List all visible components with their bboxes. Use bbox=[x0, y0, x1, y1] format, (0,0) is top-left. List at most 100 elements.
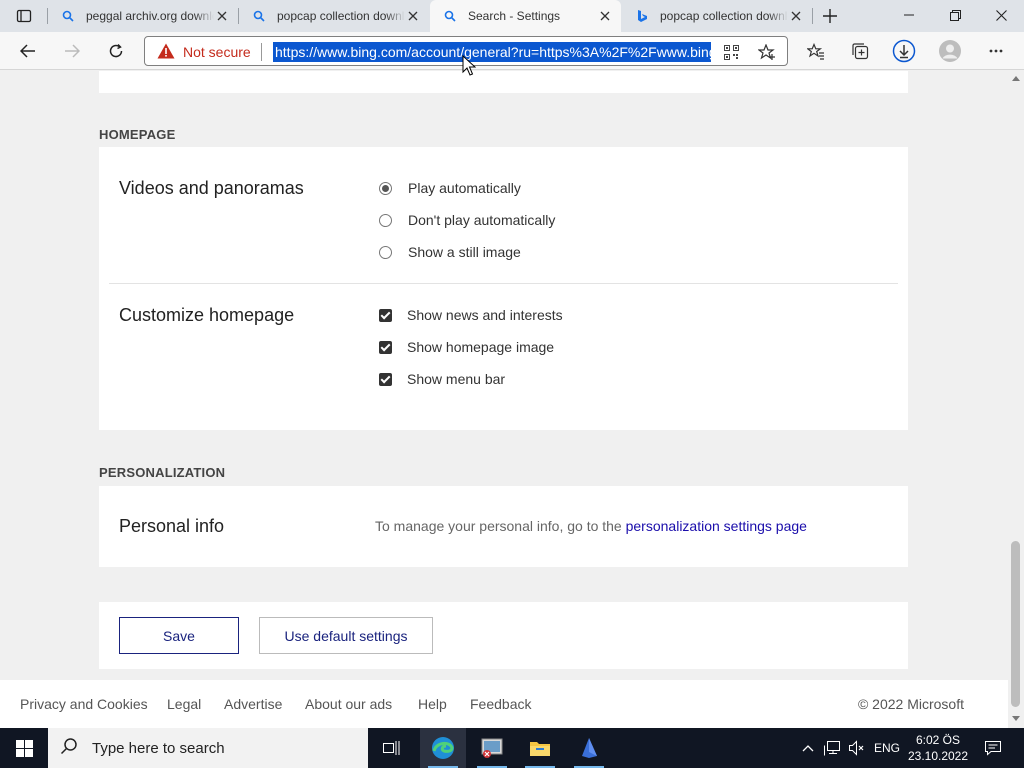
personal-info-title: Personal info bbox=[119, 516, 225, 536]
network-icon[interactable] bbox=[822, 738, 842, 758]
profile-avatar[interactable] bbox=[935, 36, 965, 66]
close-window-icon[interactable] bbox=[978, 0, 1024, 30]
restore-icon[interactable] bbox=[932, 0, 978, 30]
scrollbar-thumb[interactable] bbox=[1011, 541, 1020, 707]
close-tab-icon[interactable] bbox=[214, 8, 230, 24]
scroll-down-icon[interactable] bbox=[1012, 716, 1020, 721]
copyright-text: © 2022 Microsoft bbox=[857, 696, 964, 712]
bing-icon bbox=[634, 8, 650, 24]
search-icon bbox=[442, 8, 458, 24]
tab-title: Search - Settings bbox=[468, 9, 561, 23]
homepage-heading: HOMEPAGE bbox=[99, 127, 176, 142]
option-label: Show news and interests bbox=[407, 307, 563, 323]
warning-icon[interactable] bbox=[157, 43, 175, 59]
minimize-icon[interactable] bbox=[886, 0, 932, 30]
search-icon bbox=[60, 8, 76, 24]
scroll-up-icon[interactable] bbox=[1012, 76, 1020, 81]
tab-peggal[interactable]: peggal archiv.org download - Search bbox=[48, 0, 238, 32]
option-label: Show a still image bbox=[408, 244, 521, 260]
tab-popcap-bing[interactable]: popcap collection download - Bing bbox=[622, 0, 812, 32]
footer-link-legal[interactable]: Legal bbox=[167, 696, 201, 712]
task-view-icon[interactable] bbox=[369, 728, 415, 768]
radio-still-image[interactable]: Show a still image bbox=[379, 244, 521, 260]
tab-popcap-search[interactable]: popcap collection download - Search bbox=[239, 0, 429, 32]
footer-link-feedback[interactable]: Feedback bbox=[470, 696, 531, 712]
app-icon-2[interactable] bbox=[566, 728, 612, 768]
page-scrollbar[interactable] bbox=[1008, 71, 1024, 728]
close-tab-icon[interactable] bbox=[597, 8, 613, 24]
tab-strip: peggal archiv.org download - Search popc… bbox=[0, 0, 1024, 32]
footer-link-advertise[interactable]: Advertise bbox=[224, 696, 282, 712]
clock-date: 23.10.2022 bbox=[907, 749, 969, 763]
homepage-card: Videos and panoramas Play automatically … bbox=[99, 147, 908, 430]
file-explorer-icon[interactable] bbox=[517, 728, 563, 768]
url-input[interactable] bbox=[273, 42, 711, 62]
personalization-settings-link[interactable]: personalization settings page bbox=[626, 518, 807, 534]
customize-homepage-title: Customize homepage bbox=[119, 305, 295, 325]
edge-icon[interactable] bbox=[420, 728, 466, 768]
personalization-card: Personal info To manage your personal in… bbox=[99, 486, 908, 567]
section-divider bbox=[109, 283, 898, 284]
radio-button[interactable] bbox=[379, 245, 392, 259]
tab-title: popcap collection download - Bing bbox=[660, 9, 788, 23]
footer-link-privacy[interactable]: Privacy and Cookies bbox=[20, 696, 148, 712]
checkbox-checked[interactable] bbox=[379, 372, 392, 386]
forward-icon[interactable] bbox=[57, 36, 87, 66]
downloads-icon[interactable] bbox=[889, 36, 919, 66]
footer-link-help[interactable]: Help bbox=[418, 696, 447, 712]
checkbox-checked[interactable] bbox=[379, 308, 392, 322]
refresh-icon[interactable] bbox=[101, 36, 131, 66]
tab-search-settings[interactable]: Search - Settings bbox=[430, 0, 621, 32]
windows-taskbar: Type here to search ENG 6:02 ÖS 23.10.20… bbox=[0, 728, 1024, 768]
system-clock[interactable]: 6:02 ÖS 23.10.2022 bbox=[906, 732, 970, 764]
not-secure-label[interactable]: Not secure bbox=[183, 44, 251, 60]
app-icon[interactable] bbox=[469, 728, 515, 768]
add-favorite-icon[interactable] bbox=[757, 42, 777, 62]
videos-panoramas-title: Videos and panoramas bbox=[119, 178, 304, 198]
tab-title: peggal archiv.org download - Search bbox=[86, 9, 214, 23]
actions-card: Save Use default settings bbox=[99, 602, 908, 669]
radio-button-selected[interactable] bbox=[379, 181, 392, 195]
windows-start-icon[interactable] bbox=[0, 728, 48, 768]
personal-info-description: To manage your personal info, go to the bbox=[375, 518, 622, 534]
new-tab-icon[interactable] bbox=[818, 4, 842, 28]
tab-actions-icon[interactable] bbox=[8, 4, 40, 28]
radio-play-automatically[interactable]: Play automatically bbox=[379, 180, 521, 196]
checkbox-checked[interactable] bbox=[379, 340, 392, 354]
favorites-icon[interactable] bbox=[801, 36, 831, 66]
personal-info-text: To manage your personal info, go to the … bbox=[375, 518, 807, 534]
use-default-settings-button[interactable]: Use default settings bbox=[259, 617, 433, 654]
qr-code-icon[interactable] bbox=[721, 42, 741, 62]
volume-muted-icon[interactable] bbox=[847, 738, 867, 758]
search-icon bbox=[60, 737, 78, 760]
back-icon[interactable] bbox=[13, 36, 43, 66]
tab-separator bbox=[812, 8, 813, 24]
previous-card bbox=[99, 71, 908, 93]
language-indicator[interactable]: ENG bbox=[874, 741, 900, 755]
address-separator bbox=[261, 43, 262, 61]
page-footer: Privacy and Cookies Legal Advertise Abou… bbox=[0, 680, 1008, 728]
search-placeholder: Type here to search bbox=[92, 739, 225, 757]
close-tab-icon[interactable] bbox=[788, 8, 804, 24]
save-button[interactable]: Save bbox=[119, 617, 239, 654]
chevron-up-icon[interactable] bbox=[798, 738, 818, 758]
radio-button[interactable] bbox=[379, 213, 392, 227]
checkbox-homepage-image[interactable]: Show homepage image bbox=[379, 339, 554, 355]
notification-icon[interactable] bbox=[980, 736, 1006, 760]
collections-icon[interactable] bbox=[845, 36, 875, 66]
option-label: Play automatically bbox=[408, 180, 521, 196]
taskbar-search-box[interactable]: Type here to search bbox=[48, 728, 368, 768]
settings-page: HOMEPAGE Videos and panoramas Play autom… bbox=[0, 71, 1008, 728]
option-label: Don't play automatically bbox=[408, 212, 556, 228]
search-icon bbox=[251, 8, 267, 24]
checkbox-news-interests[interactable]: Show news and interests bbox=[379, 307, 563, 323]
checkbox-menu-bar[interactable]: Show menu bar bbox=[379, 371, 505, 387]
mouse-cursor-icon bbox=[462, 54, 477, 77]
radio-dont-play[interactable]: Don't play automatically bbox=[379, 212, 555, 228]
close-tab-icon[interactable] bbox=[405, 8, 421, 24]
option-label: Show menu bar bbox=[407, 371, 506, 387]
tab-title: popcap collection download - Search bbox=[277, 9, 405, 23]
personalization-heading: PERSONALIZATION bbox=[99, 465, 226, 480]
footer-link-about-ads[interactable]: About our ads bbox=[305, 696, 392, 712]
more-options-icon[interactable] bbox=[981, 36, 1011, 66]
